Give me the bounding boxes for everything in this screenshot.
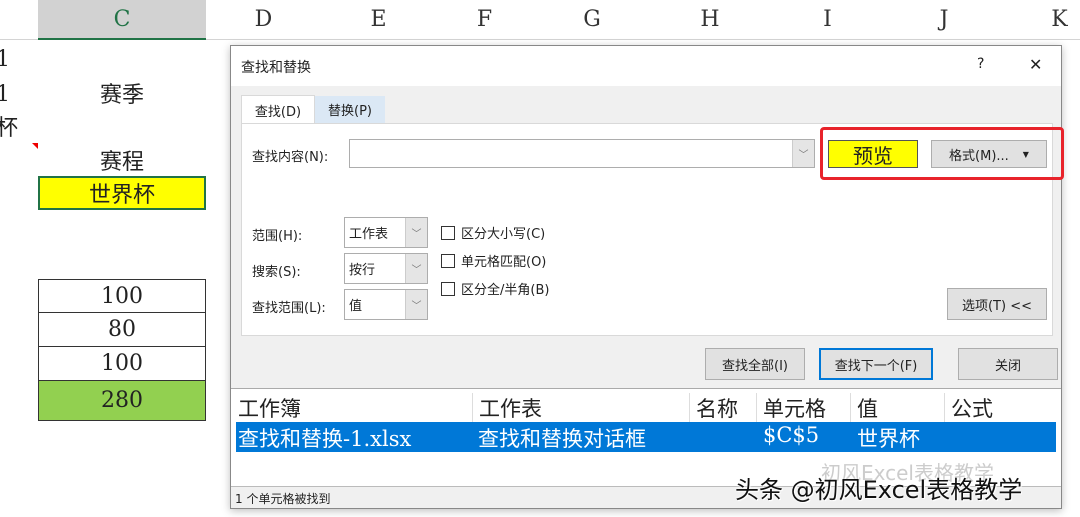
score-cell[interactable]: 80 <box>38 313 206 347</box>
checkbox-box[interactable] <box>441 253 455 268</box>
dropdown-arrow-icon: ▼ <box>1022 149 1029 159</box>
format-button[interactable]: 格式(M)... ▼ <box>931 140 1047 168</box>
column-header-c[interactable]: C <box>38 0 206 40</box>
chevron-down-icon[interactable]: ﹀ <box>792 140 814 167</box>
result-workbook: 查找和替换-1.xlsx <box>238 427 412 451</box>
result-row[interactable]: 查找和替换-1.xlsx 查找和替换对话框 $C$5 世界杯 <box>236 422 1056 452</box>
column-header-e[interactable]: E <box>321 0 436 40</box>
column-header-h[interactable]: H <box>651 0 769 40</box>
title-bar: 查找和替换 ? ✕ <box>231 46 1061 86</box>
look-in-select[interactable]: 值 ﹀ <box>344 289 428 320</box>
column-header-b[interactable] <box>0 0 38 40</box>
result-sheet: 查找和替换对话框 <box>478 427 646 451</box>
format-preview: 预览 <box>828 140 918 168</box>
find-replace-dialog: 查找和替换 ? ✕ 查找(D) 替换(P) 查找内容(N): ﹀ 预览 格式(M… <box>230 45 1064 509</box>
close-icon[interactable]: ✕ <box>1029 55 1042 74</box>
help-button[interactable]: ? <box>977 56 984 72</box>
look-in-label: 查找范围(L): <box>252 301 326 316</box>
find-next-button[interactable]: 查找下一个(F) <box>819 348 933 380</box>
checkbox-box[interactable] <box>441 225 455 240</box>
header-sheet[interactable]: 工作表 <box>472 393 542 423</box>
chevron-down-icon: ﹀ <box>405 290 427 319</box>
match-case-checkbox[interactable]: 区分大小写(C) <box>441 223 545 242</box>
total-cell[interactable]: 280 <box>38 381 206 421</box>
header-value[interactable]: 值 <box>850 393 878 423</box>
match-byte-checkbox[interactable]: 区分全/半角(B) <box>441 279 549 298</box>
find-input[interactable]: ﹀ <box>349 139 815 168</box>
scope-select[interactable]: 工作表 ﹀ <box>344 217 428 248</box>
chevron-down-icon: ﹀ <box>405 218 427 247</box>
result-value: 世界杯 <box>857 427 920 451</box>
header-name[interactable]: 名称 <box>689 393 738 423</box>
find-all-button[interactable]: 查找全部(I) <box>705 348 805 380</box>
column-header-j[interactable]: J <box>886 0 1002 40</box>
column-header-k[interactable]: K <box>1002 0 1080 40</box>
find-label: 查找内容(N): <box>252 150 329 165</box>
cell-b1[interactable]: 1 <box>0 45 10 73</box>
cell-b2[interactable]: 1 <box>0 80 10 108</box>
scope-value: 工作表 <box>349 227 389 242</box>
tab-replace[interactable]: 替换(P) <box>315 96 385 123</box>
chevron-down-icon: ﹀ <box>405 254 427 283</box>
result-cell: $C$5 <box>763 423 820 447</box>
score-cell[interactable]: 100 <box>38 279 206 313</box>
header-workbook[interactable]: 工作簿 <box>238 393 301 423</box>
match-entire-cell-checkbox[interactable]: 单元格匹配(O) <box>441 251 546 270</box>
checkbox-label: 区分大小写(C) <box>461 227 546 242</box>
format-button-label: 格式(M)... <box>949 148 1009 164</box>
dialog-title: 查找和替换 <box>241 60 311 76</box>
column-header-f[interactable]: F <box>436 0 533 40</box>
checkbox-label: 单元格匹配(O) <box>461 255 547 270</box>
tab-find[interactable]: 查找(D) <box>241 95 315 124</box>
header-formula[interactable]: 公式 <box>944 393 993 423</box>
column-header-d[interactable]: D <box>206 0 321 40</box>
checkbox-box[interactable] <box>441 281 455 296</box>
options-button[interactable]: 选项(T) << <box>947 288 1047 320</box>
scope-label: 范围(H): <box>252 229 303 244</box>
checkbox-label: 区分全/半角(B) <box>461 283 550 298</box>
cell-b3[interactable]: 杯 <box>0 112 18 141</box>
header-cell[interactable]: 单元格 <box>756 393 826 423</box>
search-label: 搜索(S): <box>252 265 301 280</box>
watermark: 头条 @初风Excel表格教学 <box>735 476 1023 504</box>
cell-season[interactable]: 赛季 <box>38 76 206 110</box>
column-header-g[interactable]: G <box>533 0 651 40</box>
look-in-value: 值 <box>349 299 363 314</box>
close-button[interactable]: 关闭 <box>958 348 1058 380</box>
search-select[interactable]: 按行 ﹀ <box>344 253 428 284</box>
cell-schedule[interactable]: 赛程 <box>38 143 206 177</box>
find-panel: 查找内容(N): ﹀ 预览 格式(M)... ▼ 范围(H): 工作表 ﹀ 搜索(S… <box>241 123 1064 336</box>
search-value: 按行 <box>349 263 376 278</box>
column-header-i[interactable]: I <box>769 0 886 40</box>
cell-world-cup-selected[interactable]: 世界杯 <box>38 176 206 210</box>
score-cell[interactable]: 100 <box>38 347 206 381</box>
